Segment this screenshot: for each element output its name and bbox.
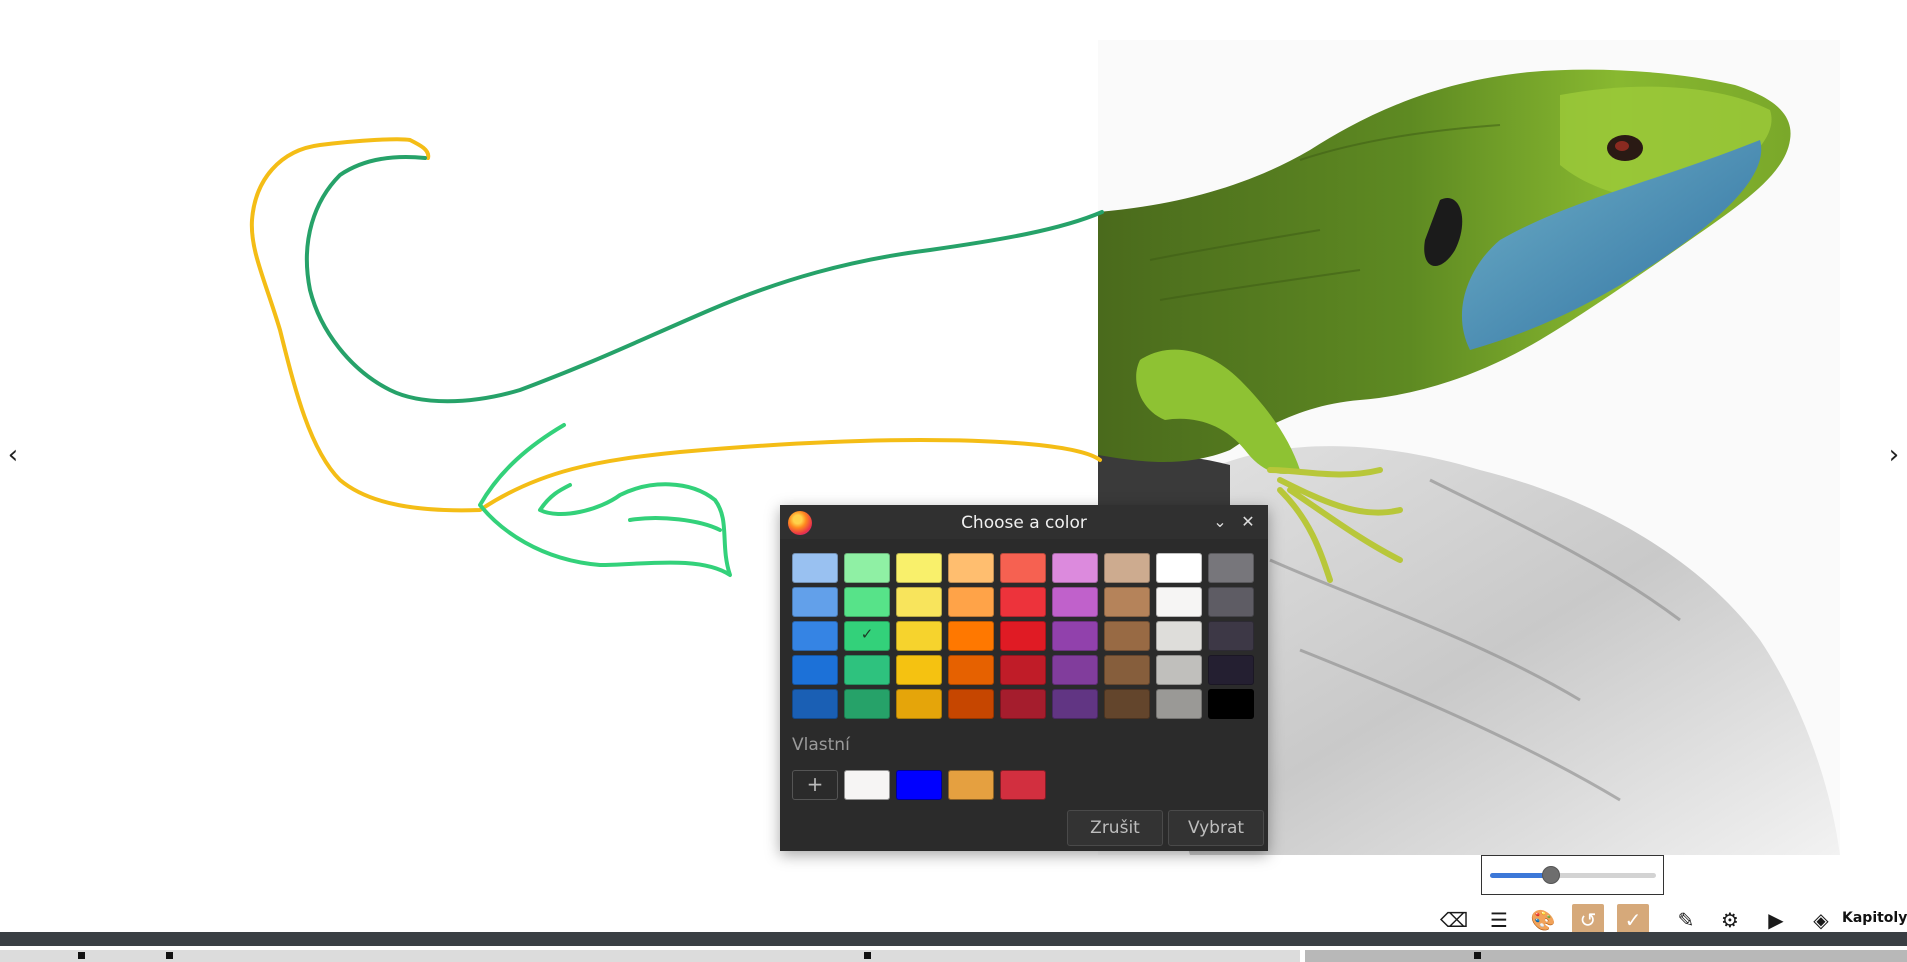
color-swatch[interactable] [792, 621, 838, 651]
color-swatch[interactable] [844, 587, 890, 617]
color-swatch[interactable] [948, 621, 994, 651]
layers-icon: ◈ [1813, 908, 1829, 932]
pencil-icon: ✎ [1677, 908, 1695, 932]
color-swatch[interactable] [1104, 587, 1150, 617]
timeline-marker [166, 952, 173, 959]
color-swatch[interactable] [896, 655, 942, 685]
color-swatch[interactable]: ✓ [844, 621, 890, 651]
timeline-marker [1474, 952, 1481, 959]
cancel-button[interactable]: Zrušit [1067, 810, 1163, 846]
timeline-segment[interactable] [1305, 950, 1907, 962]
stroke-width-slider-popup [1481, 855, 1664, 895]
timeline-segment[interactable] [0, 950, 1300, 962]
custom-colors-label: Vlastní [792, 735, 850, 755]
custom-color-swatch[interactable] [1000, 770, 1046, 800]
color-swatch[interactable] [896, 587, 942, 617]
color-swatch[interactable] [1052, 621, 1098, 651]
color-swatch[interactable] [1000, 553, 1046, 583]
color-swatch[interactable] [1000, 655, 1046, 685]
color-swatch[interactable] [792, 655, 838, 685]
color-chooser-dialog: Choose a color ⌄ ✕ ✓ Vlastní + Zrušit Vy… [780, 505, 1268, 851]
page-timeline[interactable] [0, 932, 1907, 962]
color-swatch[interactable] [1052, 689, 1098, 719]
color-swatch[interactable] [896, 689, 942, 719]
color-swatch[interactable] [948, 553, 994, 583]
color-swatch[interactable] [948, 689, 994, 719]
color-swatch[interactable] [896, 553, 942, 583]
play-icon: ▶ [1768, 908, 1784, 932]
chevron-down-icon[interactable]: ⌄ [1208, 510, 1232, 534]
dark-green-stroke [304, 154, 1104, 404]
color-swatch[interactable] [1000, 621, 1046, 651]
color-swatch[interactable] [1156, 689, 1202, 719]
color-swatch[interactable] [1052, 587, 1098, 617]
eraser-icon: ⌫ [1439, 908, 1469, 932]
dialog-title: Choose a color [961, 513, 1087, 533]
color-swatch[interactable] [1208, 655, 1254, 685]
color-swatch[interactable] [1000, 587, 1046, 617]
color-palette-grid: ✓ [792, 553, 1254, 719]
color-swatch[interactable] [1156, 655, 1202, 685]
color-swatch[interactable] [948, 655, 994, 685]
color-swatch[interactable] [844, 553, 890, 583]
menu-icon: ☰ [1490, 908, 1508, 932]
color-swatch[interactable] [1208, 689, 1254, 719]
chapters-label[interactable]: Kapitoly [1842, 910, 1907, 926]
check-icon: ✓ [1624, 908, 1642, 932]
undo-icon: ↺ [1579, 908, 1597, 932]
timeline-marker [864, 952, 871, 959]
timeline-marker [78, 952, 85, 959]
custom-color-swatch[interactable] [948, 770, 994, 800]
slider-track[interactable] [1490, 873, 1656, 878]
gear-icon: ⚙ [1721, 908, 1739, 932]
color-swatch[interactable] [948, 587, 994, 617]
color-swatch[interactable] [792, 689, 838, 719]
color-swatch[interactable] [844, 689, 890, 719]
color-swatch[interactable] [844, 655, 890, 685]
color-swatch[interactable] [1156, 553, 1202, 583]
add-custom-color-button[interactable]: + [792, 770, 838, 800]
checkmark-icon: ✓ [860, 625, 874, 643]
color-swatch[interactable] [1208, 621, 1254, 651]
color-swatch[interactable] [1104, 655, 1150, 685]
next-page-arrow[interactable]: › [1881, 440, 1907, 470]
prev-page-arrow[interactable]: ‹ [0, 440, 26, 470]
color-swatch[interactable] [1208, 553, 1254, 583]
color-swatch[interactable] [792, 587, 838, 617]
custom-color-swatch[interactable] [896, 770, 942, 800]
color-swatch[interactable] [1104, 621, 1150, 651]
color-swatch[interactable] [1104, 689, 1150, 719]
color-swatch[interactable] [1052, 655, 1098, 685]
color-swatch[interactable] [896, 621, 942, 651]
timeline-bar [0, 932, 1907, 946]
select-button[interactable]: Vybrat [1168, 810, 1264, 846]
color-swatch[interactable] [1208, 587, 1254, 617]
color-swatch[interactable] [1156, 621, 1202, 651]
color-swatch[interactable] [1000, 689, 1046, 719]
close-icon[interactable]: ✕ [1236, 510, 1260, 534]
palette-icon: 🎨 [1530, 908, 1556, 932]
color-swatch[interactable] [1104, 553, 1150, 583]
color-swatch[interactable] [792, 553, 838, 583]
dialog-titlebar[interactable]: Choose a color ⌄ ✕ [780, 505, 1268, 539]
custom-colors-row: + [792, 770, 1046, 800]
color-swatch[interactable] [1052, 553, 1098, 583]
color-swatch[interactable] [1156, 587, 1202, 617]
slider-handle[interactable] [1542, 866, 1561, 884]
custom-color-swatch[interactable] [844, 770, 890, 800]
light-green-stroke [478, 423, 732, 577]
